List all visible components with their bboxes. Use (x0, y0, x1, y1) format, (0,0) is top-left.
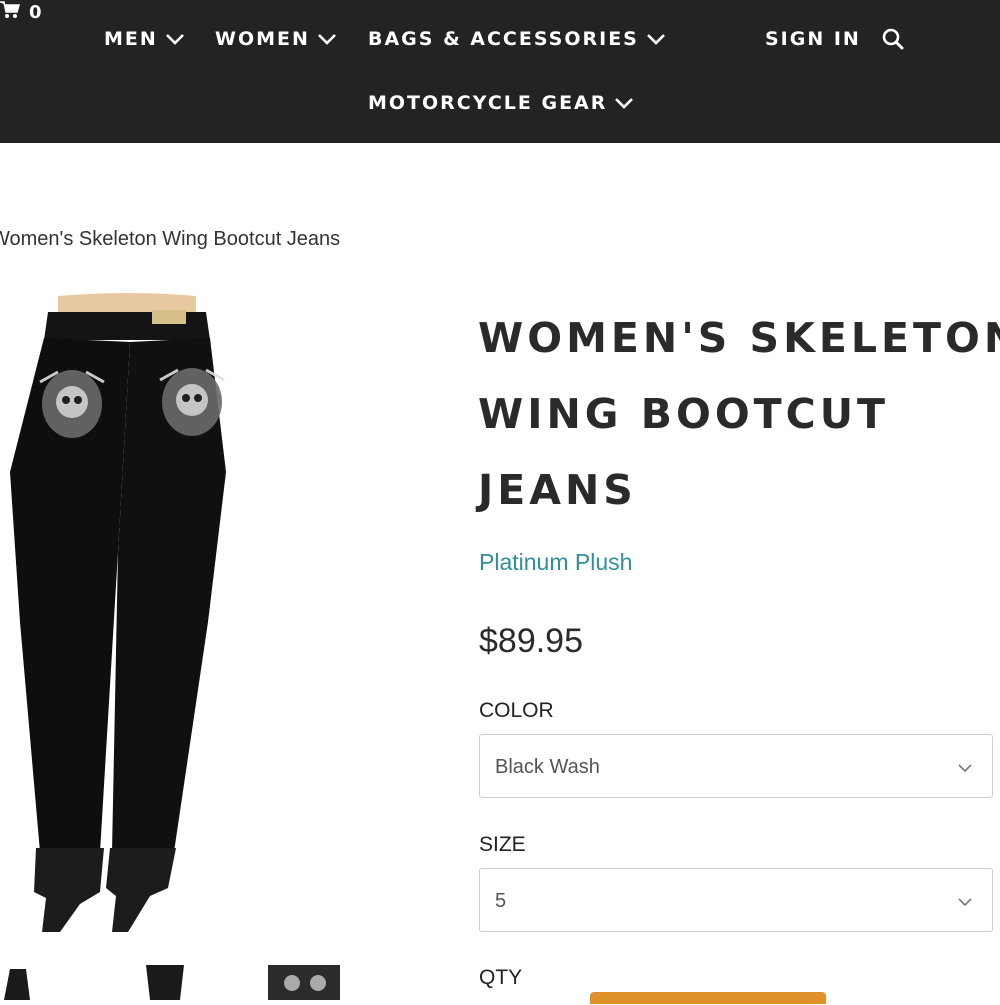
product-thumbnail[interactable] (0, 965, 40, 1000)
size-select-value: 5 (495, 890, 507, 912)
sign-in-link[interactable]: SIGN IN (765, 28, 861, 50)
cart-icon (0, 0, 20, 25)
nav-motorcycle-label: MOTORCYCLE GEAR (368, 92, 608, 114)
chevron-down-icon (958, 760, 972, 778)
product-title: WOMEN'S SKELETON WING BOOTCUT JEANS (478, 300, 1000, 528)
search-icon[interactable] (882, 28, 904, 55)
product-image[interactable] (0, 292, 300, 932)
chevron-down-icon (317, 33, 336, 45)
color-label: COLOR (479, 699, 554, 722)
nav-women[interactable]: WOMEN (215, 28, 336, 50)
qty-label: QTY (479, 966, 523, 989)
cart-count: 0 (29, 2, 42, 23)
site-header: MEN WOMEN BAGS & ACCESSORIES MOTORCYCLE … (0, 0, 1000, 143)
chevron-down-icon (958, 894, 972, 912)
size-select[interactable]: 5 (479, 868, 993, 932)
nav-men-label: MEN (104, 28, 158, 50)
vendor-link[interactable]: Platinum Plush (479, 549, 632, 576)
color-select-value: Black Wash (495, 756, 600, 778)
nav-women-label: WOMEN (215, 28, 310, 50)
product-thumbnail[interactable] (268, 965, 340, 1000)
nav-men[interactable]: MEN (104, 28, 184, 50)
cart-button[interactable]: 0 (0, 0, 1000, 25)
nav-motorcycle-gear[interactable]: MOTORCYCLE GEAR (368, 92, 634, 114)
color-select[interactable]: Black Wash (479, 734, 993, 798)
product-price: $89.95 (479, 622, 583, 660)
chevron-down-icon (615, 97, 634, 109)
breadcrumb: Women's Skeleton Wing Bootcut Jeans (0, 228, 341, 250)
size-label: SIZE (479, 833, 526, 856)
chevron-down-icon (165, 33, 184, 45)
product-title-line: WING BOOTCUT (478, 390, 889, 438)
nav-bags-label: BAGS & ACCESSORIES (368, 28, 639, 50)
chevron-down-icon (646, 33, 665, 45)
product-title-line: JEANS (478, 466, 637, 514)
nav-bags-accessories[interactable]: BAGS & ACCESSORIES (368, 28, 665, 50)
add-to-cart-button[interactable] (590, 992, 826, 1004)
product-title-line: WOMEN'S SKELETON (478, 314, 1000, 362)
product-thumbnail[interactable] (140, 965, 190, 1000)
